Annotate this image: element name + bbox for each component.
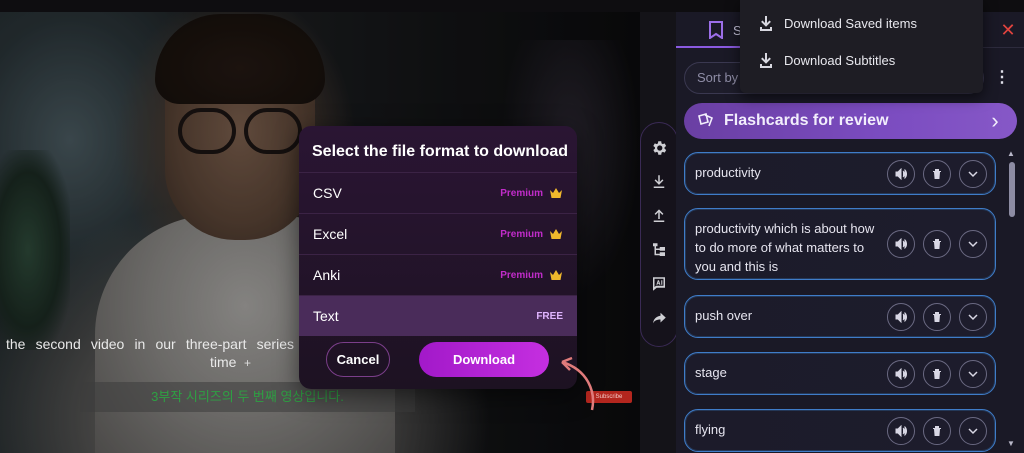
- format-option-label: Anki: [313, 267, 341, 283]
- trash-icon[interactable]: [923, 160, 951, 188]
- screen: the second video in our three-part serie…: [0, 0, 1024, 453]
- premium-badge: Premium: [500, 228, 543, 240]
- crown-icon: [550, 229, 562, 239]
- caption-english-line2-text[interactable]: time: [210, 354, 236, 370]
- flashcard[interactable]: productivity which is about how to do mo…: [684, 208, 996, 280]
- flashcard-list: productivity productivity which is about…: [676, 150, 1024, 453]
- menu-item-download-saved[interactable]: Download Saved items: [758, 11, 917, 35]
- trash-icon[interactable]: [923, 230, 951, 258]
- menu-item-download-subtitles[interactable]: Download Subtitles: [758, 48, 895, 72]
- share-icon[interactable]: [648, 307, 670, 329]
- format-option-excel[interactable]: Excel Premium: [299, 213, 577, 254]
- trash-icon[interactable]: [923, 303, 951, 331]
- free-badge: FREE: [536, 310, 563, 322]
- flashcard-actions: [887, 360, 987, 388]
- flashcard-text: stage: [695, 365, 727, 380]
- flashcards-review-button[interactable]: Flashcards for review ›: [684, 103, 1017, 139]
- menu-item-label: Download Subtitles: [784, 52, 896, 68]
- format-option-label: Text: [313, 308, 339, 324]
- speaker-icon[interactable]: [887, 303, 915, 331]
- bookmark-icon: [709, 21, 723, 39]
- menu-item-label: Download Saved items: [784, 15, 917, 31]
- download-icon[interactable]: [648, 171, 670, 193]
- cancel-button[interactable]: Cancel: [326, 342, 390, 377]
- flashcard-text: push over: [695, 308, 753, 323]
- speaker-icon[interactable]: [887, 160, 915, 188]
- scroll-up-arrow-icon[interactable]: ▲: [1007, 150, 1015, 158]
- flashcard-text: productivity which is about how to do mo…: [695, 221, 875, 274]
- download-menu: Download Saved items Download Subtitles: [740, 0, 983, 93]
- download-button[interactable]: Download: [419, 342, 549, 377]
- pointer-arrow-icon: [561, 356, 595, 411]
- crown-icon: [550, 188, 562, 198]
- speaker-icon[interactable]: [887, 417, 915, 445]
- format-option-text[interactable]: Text FREE: [299, 295, 577, 336]
- caption-english-line1[interactable]: the second video in our three-part serie…: [0, 335, 300, 353]
- format-option-csv[interactable]: CSV Premium: [299, 172, 577, 213]
- premium-badge: Premium: [500, 187, 543, 199]
- flashcard[interactable]: stage: [684, 352, 996, 395]
- chevron-down-icon[interactable]: [959, 360, 987, 388]
- more-options-icon[interactable]: ⋮: [994, 68, 1010, 88]
- speaker-icon[interactable]: [887, 360, 915, 388]
- format-option-label: CSV: [313, 185, 342, 201]
- chevron-down-icon[interactable]: [959, 303, 987, 331]
- flashcard[interactable]: productivity: [684, 152, 996, 195]
- ai-icon[interactable]: [648, 273, 670, 295]
- dialog-title: Select the file format to download: [312, 143, 569, 160]
- close-icon[interactable]: ✕: [1000, 21, 1016, 39]
- file-format-dialog: Select the file format to download CSV P…: [299, 126, 577, 389]
- side-toolbar: [640, 122, 678, 347]
- crown-icon: [550, 270, 562, 280]
- flashcard-actions: [887, 417, 987, 445]
- format-option-anki[interactable]: Anki Premium: [299, 254, 577, 295]
- tree-icon[interactable]: [648, 239, 670, 261]
- premium-badge: Premium: [500, 269, 543, 281]
- download-icon: [760, 16, 772, 31]
- format-option-label: Excel: [313, 226, 348, 242]
- flashcard-actions: [887, 160, 987, 188]
- chevron-down-icon[interactable]: [959, 160, 987, 188]
- add-caption-plus-icon[interactable]: +: [240, 356, 254, 370]
- trash-icon[interactable]: [923, 417, 951, 445]
- flashcard-text: productivity: [695, 165, 761, 180]
- speaker-icon[interactable]: [887, 230, 915, 258]
- scrollbar-thumb[interactable]: [1009, 162, 1015, 217]
- gear-icon[interactable]: [648, 137, 670, 159]
- download-icon: [760, 53, 772, 68]
- chevron-down-icon[interactable]: [959, 230, 987, 258]
- flashcard-actions: [887, 230, 987, 258]
- flashcard[interactable]: push over: [684, 295, 996, 338]
- flashcard-actions: [887, 303, 987, 331]
- flashcards-review-label: Flashcards for review: [724, 112, 889, 129]
- flashcard[interactable]: flying: [684, 409, 996, 452]
- upload-icon[interactable]: [648, 205, 670, 227]
- trash-icon[interactable]: [923, 360, 951, 388]
- flashcard-text: flying: [695, 422, 726, 437]
- chevron-down-icon[interactable]: [959, 417, 987, 445]
- cards-icon: [698, 113, 714, 127]
- scroll-down-arrow-icon[interactable]: ▼: [1007, 440, 1015, 448]
- caption-english-line2: time +: [210, 353, 300, 371]
- chevron-right-icon: ›: [991, 108, 999, 133]
